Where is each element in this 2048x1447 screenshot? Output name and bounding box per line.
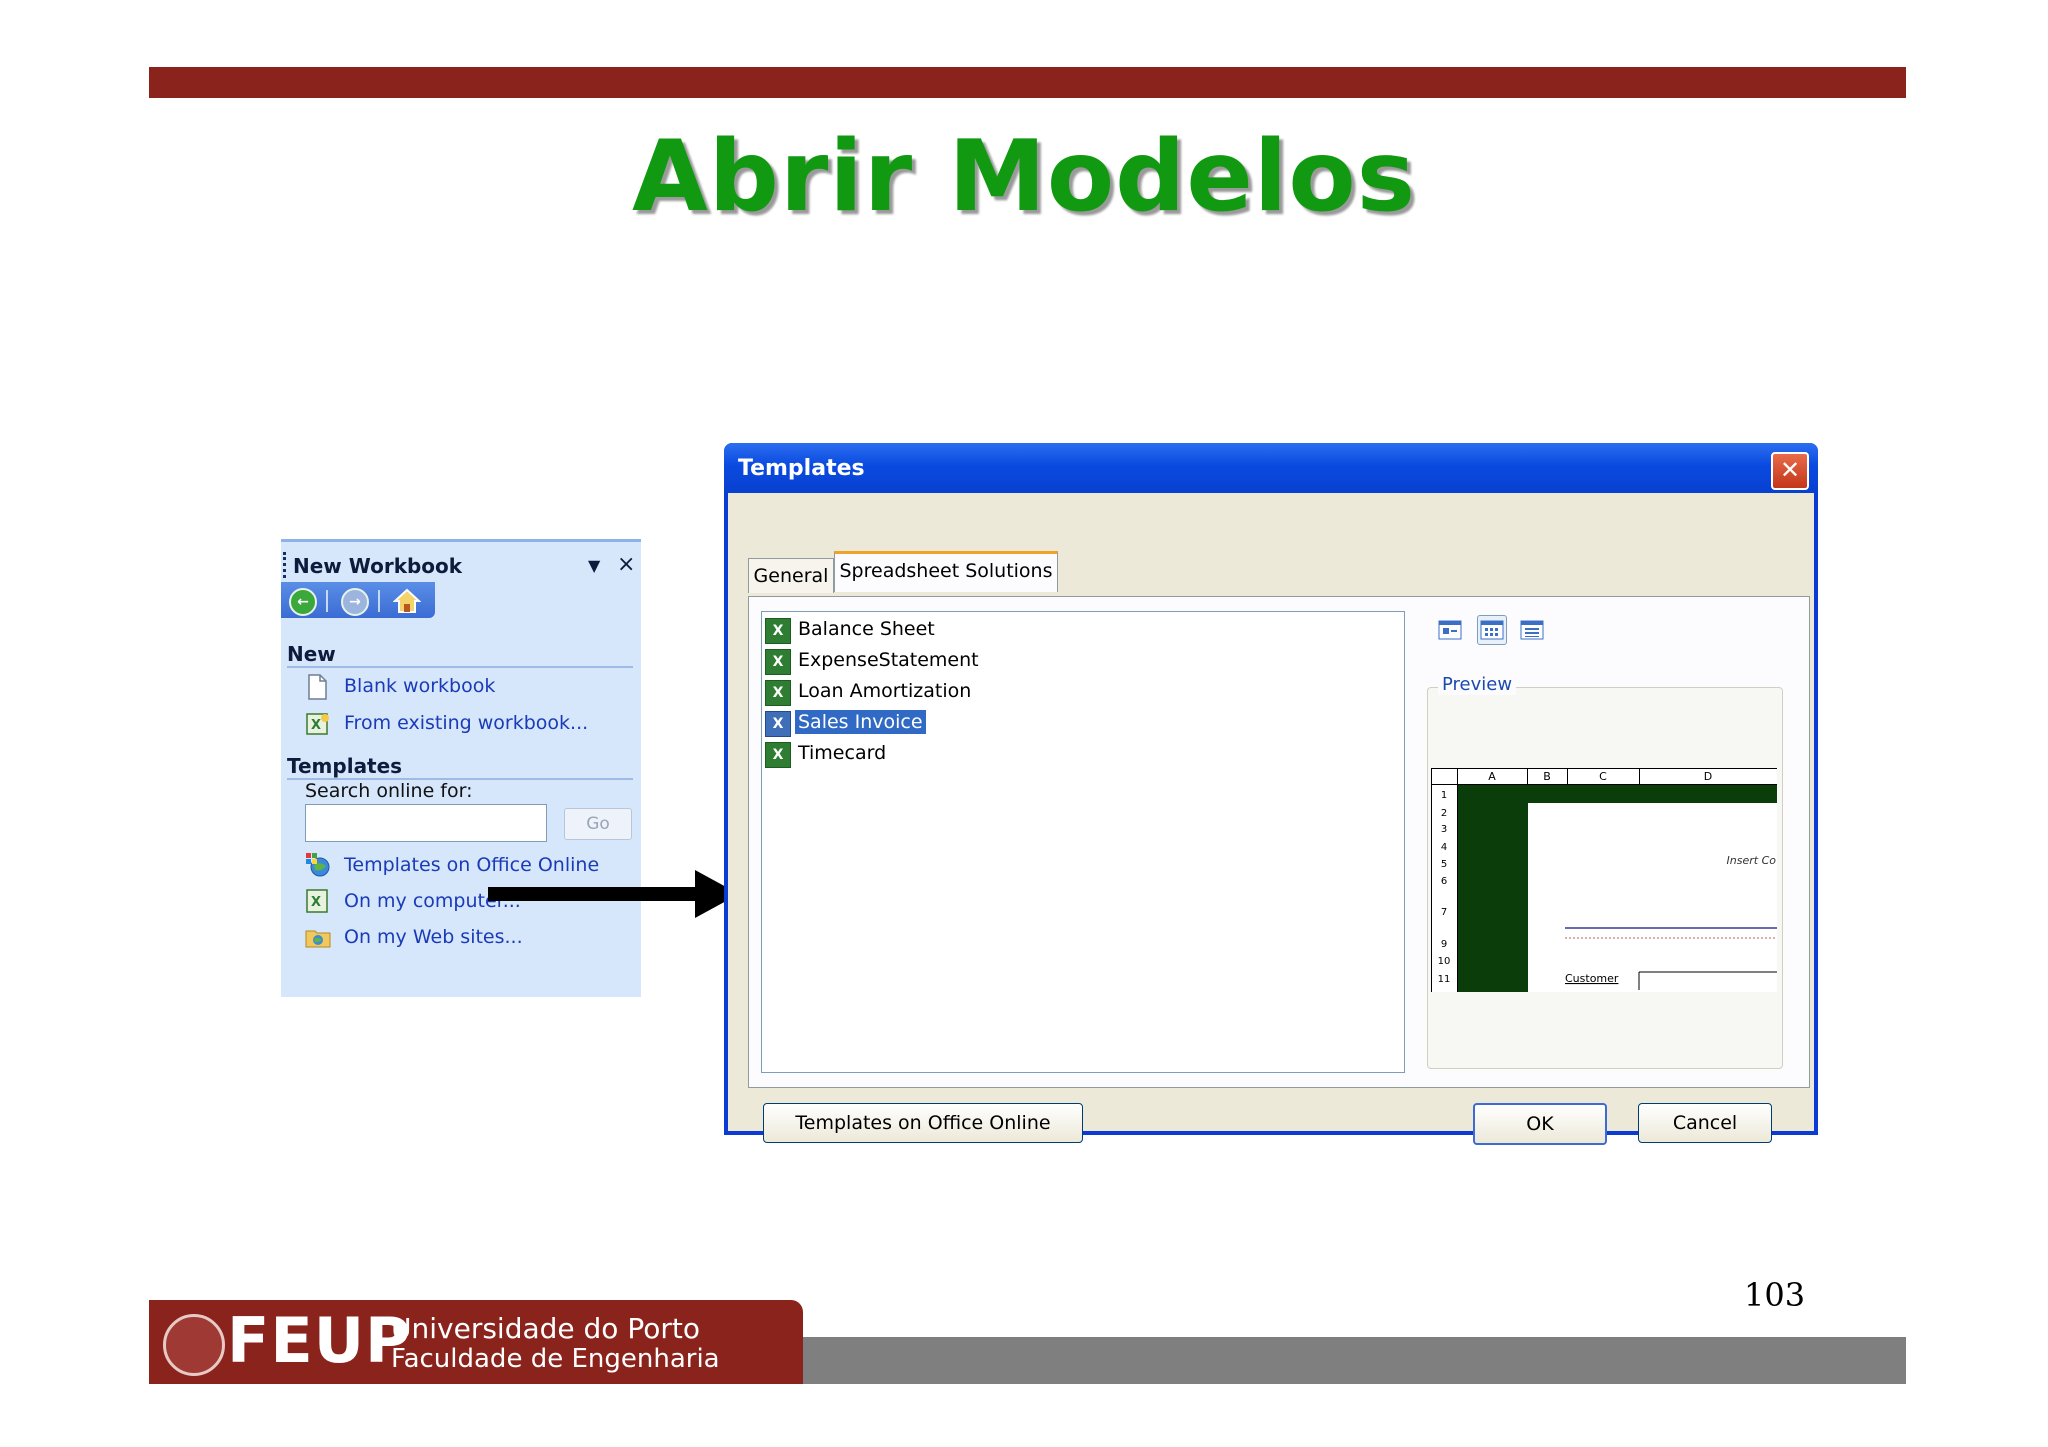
- file-label: Timecard: [798, 742, 887, 764]
- blank-document-icon: [305, 674, 329, 700]
- from-existing-workbook-link[interactable]: From existing workbook...: [344, 712, 588, 734]
- footer-logo-bar: FEUP Universidade do Porto Faculdade de …: [149, 1300, 803, 1384]
- file-label: Sales Invoice: [795, 710, 926, 734]
- preview-customer-text: Customer: [1565, 972, 1619, 985]
- task-pane-nav-toolbar: ← →: [281, 582, 435, 618]
- page-number: 103: [1744, 1276, 1806, 1314]
- template-file-list[interactable]: X Balance Sheet X ExpenseStatement X Loa…: [761, 611, 1405, 1073]
- details-view-icon[interactable]: [1517, 615, 1547, 645]
- file-label: ExpenseStatement: [798, 649, 979, 671]
- dialog-close-button[interactable]: ✕: [1771, 452, 1809, 490]
- section-new-heading: New: [287, 642, 336, 666]
- file-label: Balance Sheet: [798, 618, 935, 640]
- university-seal-icon: [163, 1314, 225, 1376]
- large-icons-view-icon[interactable]: [1435, 615, 1465, 645]
- list-view-icon[interactable]: [1477, 615, 1507, 645]
- excel-file-icon: X: [765, 649, 791, 675]
- preview-row-9: 9: [1441, 939, 1447, 950]
- tab-general[interactable]: General: [748, 558, 834, 593]
- excel-file-icon: X: [765, 618, 791, 644]
- templates-dialog: Templates ✕ General Spreadsheet Solution…: [724, 443, 1818, 1145]
- go-button[interactable]: Go: [564, 808, 632, 840]
- home-icon[interactable]: [392, 587, 422, 615]
- search-online-label: Search online for:: [305, 780, 473, 802]
- task-pane-header: New Workbook ▼ ×: [281, 550, 641, 580]
- new-workbook-task-pane: New Workbook ▼ × ← → New Blank workbook …: [281, 539, 641, 997]
- preview-row-11: 11: [1438, 974, 1451, 985]
- ok-button[interactable]: OK: [1473, 1103, 1607, 1145]
- preview-row-3: 3: [1441, 824, 1447, 835]
- feup-logo-text: FEUP: [227, 1304, 412, 1377]
- on-my-web-sites-link[interactable]: On my Web sites...: [344, 926, 523, 948]
- tab-spreadsheet-solutions[interactable]: Spreadsheet Solutions: [834, 551, 1058, 592]
- preview-group: Preview A B C D 1 2 3 4 5 6 7 9 10 11 In…: [1427, 674, 1783, 1069]
- tab-panel: X Balance Sheet X ExpenseStatement X Loa…: [748, 596, 1810, 1088]
- preview-col-a: A: [1488, 770, 1496, 783]
- dropdown-arrow-icon[interactable]: ▼: [588, 556, 600, 575]
- pointer-arrow-shaft: [488, 887, 703, 901]
- toolbar-separator: [326, 590, 328, 612]
- preview-row-1: 1: [1441, 790, 1447, 801]
- university-name: Universidade do Porto: [391, 1312, 700, 1345]
- excel-template-icon: X: [305, 888, 329, 914]
- blank-workbook-link[interactable]: Blank workbook: [344, 675, 495, 697]
- preview-col-c: C: [1599, 770, 1607, 783]
- preview-row-7: 7: [1441, 907, 1447, 918]
- preview-col-b: B: [1543, 770, 1551, 783]
- close-icon[interactable]: ×: [617, 552, 635, 577]
- back-arrow-icon[interactable]: ←: [289, 588, 317, 616]
- forward-arrow-icon[interactable]: →: [341, 588, 369, 616]
- toolbar-separator: [378, 590, 380, 612]
- templates-office-online-button[interactable]: Templates on Office Online: [763, 1103, 1083, 1143]
- existing-workbook-icon: X: [305, 711, 329, 737]
- preview-insert-text: Insert Co: [1727, 854, 1777, 867]
- preview-row-5: 5: [1441, 859, 1447, 870]
- section-divider: [287, 666, 633, 668]
- preview-row-4: 4: [1441, 842, 1447, 853]
- top-accent-bar: [149, 67, 1906, 98]
- preview-row-2: 2: [1441, 808, 1447, 819]
- dialog-body: General Spreadsheet Solutions X Balance …: [728, 493, 1814, 1145]
- excel-file-icon: X: [765, 742, 791, 768]
- cancel-button[interactable]: Cancel: [1638, 1103, 1772, 1143]
- footer-grey-bar: [803, 1337, 1906, 1384]
- preview-thumbnail: A B C D 1 2 3 4 5 6 7 9 10 11 Insert Co …: [1431, 768, 1777, 992]
- templates-office-online-link[interactable]: Templates on Office Online: [344, 854, 599, 876]
- grip-handle[interactable]: [283, 552, 289, 578]
- slide-title: Abrir Modelos: [631, 120, 1417, 234]
- dialog-title: Templates: [738, 456, 865, 481]
- office-online-globe-icon: [305, 852, 330, 878]
- svg-text:X: X: [311, 895, 321, 910]
- preview-row-6: 6: [1441, 876, 1447, 887]
- section-templates-heading: Templates: [287, 754, 403, 778]
- dialog-titlebar[interactable]: Templates ✕: [724, 443, 1818, 493]
- excel-file-icon: X: [765, 680, 791, 706]
- preview-label: Preview: [1438, 674, 1517, 695]
- excel-file-icon: X: [765, 711, 791, 737]
- preview-row-10: 10: [1438, 956, 1451, 967]
- preview-col-d: D: [1704, 770, 1712, 783]
- faculty-name: Faculdade de Engenharia: [391, 1344, 720, 1374]
- web-folder-icon: [305, 924, 331, 950]
- task-pane-title: New Workbook: [293, 554, 463, 578]
- svg-text:X: X: [311, 718, 321, 733]
- file-label: Loan Amortization: [798, 680, 972, 702]
- search-online-input[interactable]: [305, 804, 547, 842]
